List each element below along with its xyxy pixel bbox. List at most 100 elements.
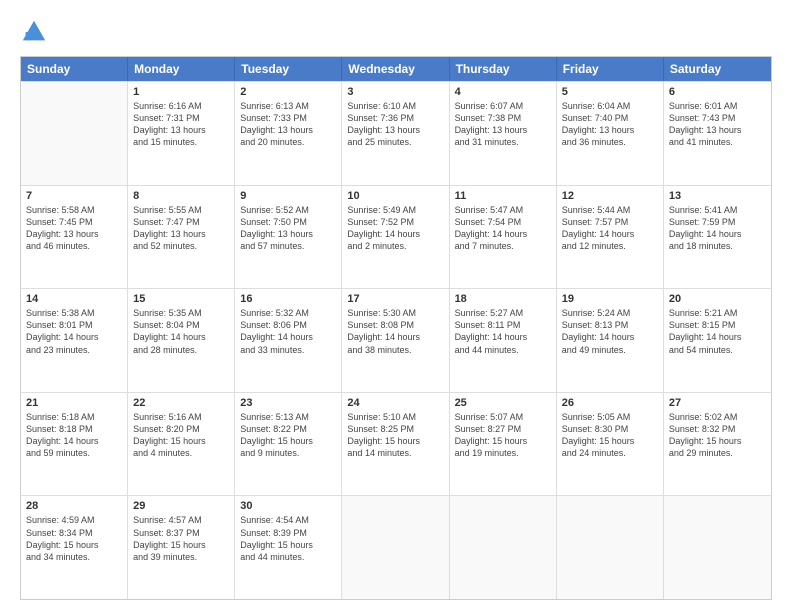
calendar-cell-29: 29 Sunrise: 4:57 AMSunset: 8:37 PMDayligh… <box>128 496 235 599</box>
day-info: Sunrise: 5:52 AMSunset: 7:50 PMDaylight:… <box>240 204 336 253</box>
day-number: 23 <box>240 397 336 409</box>
day-number: 27 <box>669 397 766 409</box>
day-info: Sunrise: 5:16 AMSunset: 8:20 PMDaylight:… <box>133 411 229 460</box>
day-number: 4 <box>455 86 551 98</box>
day-number: 11 <box>455 190 551 202</box>
day-number: 15 <box>133 293 229 305</box>
day-number: 8 <box>133 190 229 202</box>
day-info: Sunrise: 5:35 AMSunset: 8:04 PMDaylight:… <box>133 307 229 356</box>
day-info: Sunrise: 6:16 AMSunset: 7:31 PMDaylight:… <box>133 100 229 149</box>
day-number: 13 <box>669 190 766 202</box>
calendar-header: SundayMondayTuesdayWednesdayThursdayFrid… <box>21 57 771 81</box>
calendar-cell-empty <box>21 82 128 185</box>
calendar-cell-3: 3 Sunrise: 6:10 AMSunset: 7:36 PMDaylight… <box>342 82 449 185</box>
day-info: Sunrise: 5:10 AMSunset: 8:25 PMDaylight:… <box>347 411 443 460</box>
weekday-header-sunday: Sunday <box>21 57 128 81</box>
day-info: Sunrise: 5:38 AMSunset: 8:01 PMDaylight:… <box>26 307 122 356</box>
day-info: Sunrise: 5:27 AMSunset: 8:11 PMDaylight:… <box>455 307 551 356</box>
day-info: Sunrise: 5:05 AMSunset: 8:30 PMDaylight:… <box>562 411 658 460</box>
day-info: Sunrise: 4:57 AMSunset: 8:37 PMDaylight:… <box>133 514 229 563</box>
day-number: 12 <box>562 190 658 202</box>
logo-icon <box>20 18 48 46</box>
calendar-cell-18: 18 Sunrise: 5:27 AMSunset: 8:11 PMDayligh… <box>450 289 557 392</box>
day-number: 16 <box>240 293 336 305</box>
calendar-cell-14: 14 Sunrise: 5:38 AMSunset: 8:01 PMDayligh… <box>21 289 128 392</box>
day-number: 30 <box>240 500 336 512</box>
calendar-row-0: 1 Sunrise: 6:16 AMSunset: 7:31 PMDaylight… <box>21 81 771 185</box>
calendar-row-3: 21 Sunrise: 5:18 AMSunset: 8:18 PMDayligh… <box>21 392 771 496</box>
day-number: 24 <box>347 397 443 409</box>
calendar-cell-empty <box>664 496 771 599</box>
calendar-cell-26: 26 Sunrise: 5:05 AMSunset: 8:30 PMDayligh… <box>557 393 664 496</box>
weekday-header-thursday: Thursday <box>450 57 557 81</box>
day-number: 5 <box>562 86 658 98</box>
calendar-cell-24: 24 Sunrise: 5:10 AMSunset: 8:25 PMDayligh… <box>342 393 449 496</box>
calendar-cell-7: 7 Sunrise: 5:58 AMSunset: 7:45 PMDaylight… <box>21 186 128 289</box>
calendar-cell-1: 1 Sunrise: 6:16 AMSunset: 7:31 PMDaylight… <box>128 82 235 185</box>
day-number: 3 <box>347 86 443 98</box>
day-number: 1 <box>133 86 229 98</box>
calendar-cell-8: 8 Sunrise: 5:55 AMSunset: 7:47 PMDaylight… <box>128 186 235 289</box>
weekday-header-tuesday: Tuesday <box>235 57 342 81</box>
weekday-header-wednesday: Wednesday <box>342 57 449 81</box>
day-number: 14 <box>26 293 122 305</box>
day-info: Sunrise: 5:49 AMSunset: 7:52 PMDaylight:… <box>347 204 443 253</box>
day-info: Sunrise: 5:58 AMSunset: 7:45 PMDaylight:… <box>26 204 122 253</box>
calendar-cell-19: 19 Sunrise: 5:24 AMSunset: 8:13 PMDayligh… <box>557 289 664 392</box>
calendar-row-1: 7 Sunrise: 5:58 AMSunset: 7:45 PMDaylight… <box>21 185 771 289</box>
calendar-cell-12: 12 Sunrise: 5:44 AMSunset: 7:57 PMDayligh… <box>557 186 664 289</box>
weekday-header-monday: Monday <box>128 57 235 81</box>
day-info: Sunrise: 4:59 AMSunset: 8:34 PMDaylight:… <box>26 514 122 563</box>
day-info: Sunrise: 5:02 AMSunset: 8:32 PMDaylight:… <box>669 411 766 460</box>
calendar-row-4: 28Sunrise: 4:59 AMSunset: 8:34 PMDayligh… <box>21 495 771 599</box>
day-number: 9 <box>240 190 336 202</box>
calendar-row-2: 14 Sunrise: 5:38 AMSunset: 8:01 PMDayligh… <box>21 288 771 392</box>
day-info: Sunrise: 5:55 AMSunset: 7:47 PMDaylight:… <box>133 204 229 253</box>
calendar-cell-22: 22 Sunrise: 5:16 AMSunset: 8:20 PMDayligh… <box>128 393 235 496</box>
calendar-cell-11: 11 Sunrise: 5:47 AMSunset: 7:54 PMDayligh… <box>450 186 557 289</box>
day-info: Sunrise: 5:32 AMSunset: 8:06 PMDaylight:… <box>240 307 336 356</box>
day-info: Sunrise: 5:18 AMSunset: 8:18 PMDaylight:… <box>26 411 122 460</box>
calendar-cell-21: 21 Sunrise: 5:18 AMSunset: 8:18 PMDayligh… <box>21 393 128 496</box>
page: SundayMondayTuesdayWednesdayThursdayFrid… <box>0 0 792 612</box>
day-number: 21 <box>26 397 122 409</box>
calendar-cell-27: 27 Sunrise: 5:02 AMSunset: 8:32 PMDayligh… <box>664 393 771 496</box>
calendar-cell-10: 10Sunrise: 5:49 AMSunset: 7:52 PMDayligh… <box>342 186 449 289</box>
day-info: Sunrise: 6:10 AMSunset: 7:36 PMDaylight:… <box>347 100 443 149</box>
calendar-body: 1 Sunrise: 6:16 AMSunset: 7:31 PMDaylight… <box>21 81 771 599</box>
day-number: 6 <box>669 86 766 98</box>
day-info: Sunrise: 5:13 AMSunset: 8:22 PMDaylight:… <box>240 411 336 460</box>
day-number: 26 <box>562 397 658 409</box>
weekday-header-saturday: Saturday <box>664 57 771 81</box>
day-number: 19 <box>562 293 658 305</box>
day-number: 29 <box>133 500 229 512</box>
day-number: 7 <box>26 190 122 202</box>
calendar-cell-4: 4 Sunrise: 6:07 AMSunset: 7:38 PMDaylight… <box>450 82 557 185</box>
day-info: Sunrise: 6:07 AMSunset: 7:38 PMDaylight:… <box>455 100 551 149</box>
calendar-cell-9: 9 Sunrise: 5:52 AMSunset: 7:50 PMDaylight… <box>235 186 342 289</box>
day-info: Sunrise: 5:30 AMSunset: 8:08 PMDaylight:… <box>347 307 443 356</box>
day-number: 18 <box>455 293 551 305</box>
day-info: Sunrise: 6:04 AMSunset: 7:40 PMDaylight:… <box>562 100 658 149</box>
calendar-cell-30: 30 Sunrise: 4:54 AMSunset: 8:39 PMDayligh… <box>235 496 342 599</box>
day-number: 2 <box>240 86 336 98</box>
day-info: Sunrise: 5:44 AMSunset: 7:57 PMDaylight:… <box>562 204 658 253</box>
calendar-cell-2: 2 Sunrise: 6:13 AMSunset: 7:33 PMDaylight… <box>235 82 342 185</box>
calendar-cell-15: 15 Sunrise: 5:35 AMSunset: 8:04 PMDayligh… <box>128 289 235 392</box>
day-number: 25 <box>455 397 551 409</box>
day-info: Sunrise: 5:24 AMSunset: 8:13 PMDaylight:… <box>562 307 658 356</box>
header <box>20 18 772 46</box>
day-info: Sunrise: 4:54 AMSunset: 8:39 PMDaylight:… <box>240 514 336 563</box>
day-info: Sunrise: 5:07 AMSunset: 8:27 PMDaylight:… <box>455 411 551 460</box>
calendar-cell-empty <box>450 496 557 599</box>
weekday-header-friday: Friday <box>557 57 664 81</box>
calendar-cell-6: 6Sunrise: 6:01 AMSunset: 7:43 PMDaylight… <box>664 82 771 185</box>
day-info: Sunrise: 5:47 AMSunset: 7:54 PMDaylight:… <box>455 204 551 253</box>
day-number: 22 <box>133 397 229 409</box>
day-info: Sunrise: 5:21 AMSunset: 8:15 PMDaylight:… <box>669 307 766 356</box>
calendar-cell-empty <box>342 496 449 599</box>
calendar-cell-23: 23 Sunrise: 5:13 AMSunset: 8:22 PMDayligh… <box>235 393 342 496</box>
day-info: Sunrise: 5:41 AMSunset: 7:59 PMDaylight:… <box>669 204 766 253</box>
day-info: Sunrise: 6:13 AMSunset: 7:33 PMDaylight:… <box>240 100 336 149</box>
calendar-cell-28: 28Sunrise: 4:59 AMSunset: 8:34 PMDayligh… <box>21 496 128 599</box>
